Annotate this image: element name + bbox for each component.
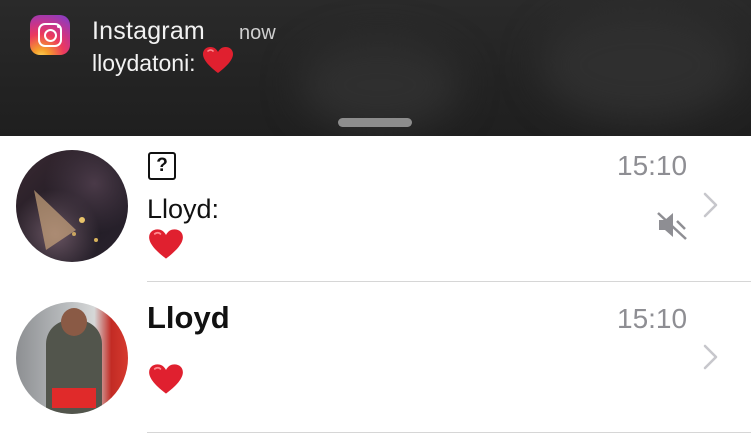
conversation-row[interactable]: ? Lloyd: 15:10 xyxy=(0,136,751,286)
muted-speaker-icon xyxy=(656,209,688,246)
heart-icon xyxy=(148,363,184,400)
chevron-right-icon xyxy=(703,344,719,375)
row-divider xyxy=(147,281,751,282)
conversation-title: Lloyd xyxy=(147,300,230,335)
chevron-right-icon xyxy=(703,192,719,223)
heart-icon xyxy=(202,46,234,80)
notification-app-name: Instagram xyxy=(92,17,205,45)
message-time: 15:10 xyxy=(617,303,688,334)
conversation-row[interactable]: Lloyd 15:10 xyxy=(0,286,751,436)
notification-banner[interactable]: Instagram now lloydatoni: xyxy=(0,0,751,136)
message-sender: Lloyd: xyxy=(147,194,220,224)
unknown-character-icon: ? xyxy=(148,152,176,180)
banner-grabber-handle[interactable] xyxy=(338,118,412,127)
instagram-icon xyxy=(30,15,70,55)
avatar xyxy=(16,150,128,262)
avatar xyxy=(16,302,128,414)
heart-icon xyxy=(148,228,184,265)
notification-sender: lloydatoni: xyxy=(92,50,196,77)
banner-background-blur xyxy=(540,10,740,120)
banner-background-blur xyxy=(300,40,460,130)
notification-time: now xyxy=(239,22,276,44)
notification-message: lloydatoni: xyxy=(92,46,234,82)
message-time: 15:10 xyxy=(617,150,688,181)
row-divider xyxy=(147,432,751,433)
